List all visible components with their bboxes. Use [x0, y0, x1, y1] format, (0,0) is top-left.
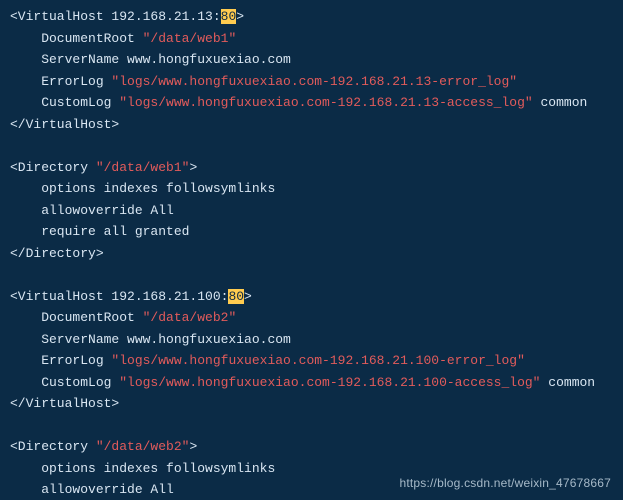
vhost2-customlog-value: "logs/www.hongfuxuexiao.com-192.168.21.1… [119, 375, 540, 390]
dir2-open-b: > [189, 439, 197, 454]
dir1-require: require all granted [10, 224, 189, 239]
vhost1-open-a: <VirtualHost 192.168.21.13: [10, 9, 221, 24]
dir1-open-b: > [189, 160, 197, 175]
vhost2-errorlog-value: "logs/www.hongfuxuexiao.com-192.168.21.1… [111, 353, 524, 368]
vhost1-docroot-value: "/data/web1" [143, 31, 237, 46]
vhost2-servername: ServerName www.hongfuxuexiao.com [10, 332, 291, 347]
vhost1-close: </VirtualHost> [10, 117, 119, 132]
dir2-allowoverride: allowoverride All [10, 482, 174, 497]
vhost1-customlog-label: CustomLog [10, 95, 119, 110]
vhost1-open-b: > [236, 9, 244, 24]
vhost2-docroot-label: DocumentRoot [10, 310, 143, 325]
vhost2-errorlog-label: ErrorLog [10, 353, 111, 368]
vhost2-open-a: <VirtualHost 192.168.21.100: [10, 289, 228, 304]
dir1-allowoverride: allowoverride All [10, 203, 174, 218]
vhost1-servername: ServerName www.hongfuxuexiao.com [10, 52, 291, 67]
vhost1-errorlog-label: ErrorLog [10, 74, 111, 89]
vhost1-customlog-suffix: common [533, 95, 588, 110]
dir1-open-value: "/data/web1" [96, 160, 190, 175]
vhost1-customlog-value: "logs/www.hongfuxuexiao.com-192.168.21.1… [119, 95, 532, 110]
dir2-open-a: <Directory [10, 439, 96, 454]
vhost2-open-b: > [244, 289, 252, 304]
vhost2-customlog-label: CustomLog [10, 375, 119, 390]
vhost1-errorlog-value: "logs/www.hongfuxuexiao.com-192.168.21.1… [111, 74, 517, 89]
dir1-options: options indexes followsymlinks [10, 181, 275, 196]
vhost1-port-highlight: 80 [221, 9, 237, 24]
vhost2-close: </VirtualHost> [10, 396, 119, 411]
dir2-options: options indexes followsymlinks [10, 461, 275, 476]
vhost2-docroot-value: "/data/web2" [143, 310, 237, 325]
vhost1-docroot-label: DocumentRoot [10, 31, 143, 46]
vhost2-port-highlight: 80 [228, 289, 244, 304]
config-code-block: <VirtualHost 192.168.21.13:80> DocumentR… [0, 0, 623, 500]
dir1-open-a: <Directory [10, 160, 96, 175]
vhost2-customlog-suffix: common [541, 375, 596, 390]
dir2-open-value: "/data/web2" [96, 439, 190, 454]
dir1-close: </Directory> [10, 246, 104, 261]
